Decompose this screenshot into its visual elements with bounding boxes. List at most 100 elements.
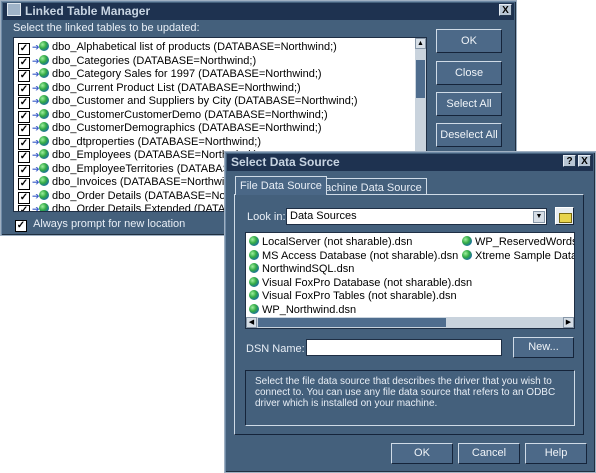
table-name: dbo_Customer and Suppliers by City (DATA…	[52, 95, 358, 107]
close-icon[interactable]: X	[499, 4, 512, 16]
ok-button[interactable]: OK	[436, 29, 502, 53]
window-app-icon	[7, 3, 21, 16]
link-arrow-icon: ➔	[32, 204, 40, 212]
table-checkbox[interactable]: ✓	[18, 97, 30, 109]
table-checkbox[interactable]: ✓	[18, 43, 30, 55]
link-arrow-icon: ➔	[32, 190, 40, 201]
scroll-up-icon[interactable]: ▲	[415, 38, 426, 49]
table-row[interactable]: ✓ ➔ dbo_Employees (DATABASE=Northwind;)	[18, 149, 257, 163]
help-icon[interactable]: ?	[563, 155, 576, 167]
table-checkbox[interactable]: ✓	[18, 151, 30, 163]
close-icon[interactable]: X	[578, 155, 591, 167]
dsn-file-name: NorthwindSQL.dsn	[262, 263, 355, 275]
dsn-file-name: Visual FoxPro Tables (not sharable).dsn	[262, 290, 457, 302]
dsn-file-name: WP_Northwind.dsn	[262, 303, 357, 316]
window-title: Linked Table Manager	[25, 4, 151, 18]
globe-icon	[39, 54, 49, 65]
file-dsn-list[interactable]: LocalServer (not sharable).dsn MS Access …	[245, 232, 575, 329]
table-checkbox[interactable]: ✓	[18, 191, 30, 204]
tab-file-data-source[interactable]: File Data Source	[235, 176, 327, 195]
select-all-button[interactable]: Select All	[436, 92, 502, 116]
list-item[interactable]: LocalServer (not sharable).dsn	[249, 236, 412, 249]
table-row[interactable]: ✓ ➔ dbo_Category Sales for 1997 (DATABASE=…	[18, 68, 322, 82]
dsn-file-icon	[249, 263, 259, 273]
list-item[interactable]: Visual FoxPro Tables (not sharable).dsn	[249, 290, 457, 303]
link-arrow-icon: ➔	[32, 82, 40, 93]
link-arrow-icon: ➔	[32, 55, 40, 66]
list-item[interactable]: MS Access Database (not sharable).dsn	[249, 249, 458, 263]
new-button[interactable]: New...	[513, 337, 574, 358]
table-checkbox[interactable]: ✓	[18, 164, 30, 177]
dsn-file-name: WP_ReservedWordsTes	[475, 236, 574, 248]
table-name: dbo_dtproperties (DATABASE=Northwind;)	[52, 135, 261, 148]
table-name: dbo_Categories (DATABASE=Northwind;)	[52, 54, 257, 67]
globe-icon	[39, 189, 49, 200]
link-arrow-icon: ➔	[32, 177, 40, 187]
dsn-name-field[interactable]	[306, 339, 502, 356]
scroll-thumb[interactable]	[416, 60, 425, 98]
table-row[interactable]: ✓ ➔ dbo_dtproperties (DATABASE=Northwind;)	[18, 135, 261, 150]
link-arrow-icon: ➔	[32, 109, 40, 120]
table-checkbox[interactable]: ✓	[18, 205, 30, 211]
table-row[interactable]: ✓ ➔ dbo_Customer and Suppliers by City (DA…	[18, 95, 358, 109]
ok-button[interactable]: OK	[391, 443, 453, 464]
link-arrow-icon: ➔	[32, 123, 40, 133]
link-arrow-icon: ➔	[32, 163, 40, 174]
dsn-file-name: Visual FoxPro Database (not sharable).ds…	[262, 276, 473, 289]
list-item[interactable]: WP_ReservedWordsTes	[462, 236, 574, 249]
always-prompt-checkbox[interactable]: ✓	[15, 220, 27, 232]
close-button[interactable]: Close	[436, 61, 502, 85]
cancel-button[interactable]: Cancel	[458, 443, 520, 464]
list-item[interactable]: Xtreme Sample Database	[462, 249, 575, 263]
description-box: Select the file data source that describ…	[245, 370, 575, 426]
dsn-file-icon	[462, 249, 472, 260]
chevron-down-icon[interactable]: ▼	[533, 211, 545, 223]
deselect-all-button[interactable]: Deselect All	[436, 123, 502, 147]
help-button[interactable]: Help	[525, 443, 587, 464]
table-checkbox[interactable]: ✓	[18, 83, 30, 96]
globe-icon	[39, 176, 49, 186]
table-name: dbo_Category Sales for 1997 (DATABASE=No…	[52, 68, 322, 80]
up-one-level-folder-icon[interactable]	[555, 207, 574, 225]
table-row[interactable]: ✓ ➔ dbo_Categories (DATABASE=Northwind;)	[18, 54, 257, 69]
link-arrow-icon: ➔	[32, 69, 40, 79]
dsn-file-name: Xtreme Sample Database	[475, 249, 575, 262]
table-row[interactable]: ✓ ➔ dbo_CustomerDemographics (DATABASE=Nor…	[18, 122, 322, 136]
table-checkbox[interactable]: ✓	[18, 178, 30, 190]
dsn-file-icon	[249, 249, 259, 260]
scroll-left-icon[interactable]: ◀	[246, 317, 257, 328]
table-checkbox[interactable]: ✓	[18, 56, 30, 69]
link-arrow-icon: ➔	[32, 136, 40, 147]
scroll-right-icon[interactable]: ▶	[563, 317, 574, 328]
table-name: dbo_Current Product List (DATABASE=North…	[52, 81, 301, 94]
table-row[interactable]: ✓ ➔ dbo_Alphabetical list of products (DAT…	[18, 41, 337, 55]
tab-machine-data-source[interactable]: Machine Data Source	[311, 178, 427, 194]
dsn-file-icon	[249, 276, 259, 287]
table-row[interactable]: ✓ ➔ dbo_CustomerCustomerDemo (DATABASE=Nor…	[18, 108, 328, 123]
globe-icon	[39, 149, 49, 159]
globe-icon	[39, 162, 49, 173]
scroll-thumb[interactable]	[258, 318, 446, 327]
look-in-label: Look in:	[247, 211, 286, 223]
select-data-source-titlebar[interactable]: Select Data Source	[227, 154, 593, 171]
globe-icon	[39, 122, 49, 132]
instruction-label: Select the linked tables to be updated:	[13, 22, 200, 34]
link-arrow-icon: ➔	[32, 42, 40, 52]
globe-icon	[39, 135, 49, 146]
table-checkbox[interactable]: ✓	[18, 137, 30, 150]
linked-table-manager-titlebar[interactable]: Linked Table Manager	[3, 3, 514, 20]
list-item[interactable]: Visual FoxPro Database (not sharable).ds…	[249, 276, 473, 290]
dsn-file-icon	[462, 236, 472, 246]
always-prompt-option[interactable]: ✓ Always prompt for new location	[15, 218, 185, 232]
table-row[interactable]: ✓ ➔ dbo_Invoices (DATABASE=Northwind;)	[18, 176, 243, 190]
table-row[interactable]: ✓ ➔ dbo_Current Product List (DATABASE=Nor…	[18, 81, 301, 96]
look-in-dropdown[interactable]: Data Sources ▼	[286, 208, 547, 225]
table-checkbox[interactable]: ✓	[18, 124, 30, 136]
list-item[interactable]: WP_Northwind.dsn	[249, 303, 357, 317]
horizontal-scrollbar[interactable]: ◀ ▶	[246, 317, 574, 328]
list-item[interactable]: NorthwindSQL.dsn	[249, 263, 354, 276]
table-checkbox[interactable]: ✓	[18, 70, 30, 82]
table-checkbox[interactable]: ✓	[18, 110, 30, 123]
window-title: Select Data Source	[231, 155, 340, 169]
globe-icon	[39, 108, 49, 119]
